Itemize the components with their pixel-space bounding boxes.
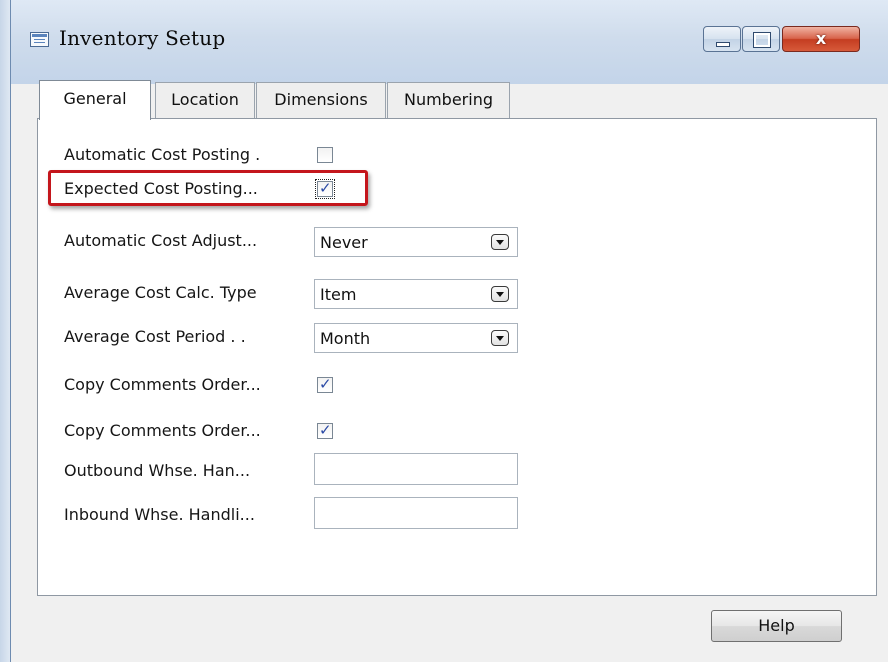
automatic-cost-adjust-label: Automatic Cost Adjust... — [64, 231, 258, 250]
window-title: Inventory Setup — [59, 26, 226, 50]
checkmark-icon: ✓ — [319, 421, 332, 439]
checkmark-icon: ✓ — [319, 179, 332, 197]
copy-comments-order-checkbox-2[interactable]: ✓ — [317, 421, 333, 439]
inbound-whse-handling-label: Inbound Whse. Handli... — [64, 505, 255, 524]
tab-dimensions[interactable]: Dimensions — [256, 82, 386, 118]
chevron-down-icon[interactable] — [491, 286, 509, 302]
chevron-down-icon[interactable] — [491, 330, 509, 346]
copy-comments-order-label: Copy Comments Order... — [64, 375, 261, 394]
checkmark-icon: ✓ — [319, 375, 332, 393]
minimize-icon — [716, 42, 730, 47]
minimize-button[interactable] — [703, 26, 741, 52]
average-cost-calc-type-value: Item — [320, 285, 357, 304]
average-cost-period-value: Month — [320, 329, 371, 348]
outbound-whse-handling-label: Outbound Whse. Han... — [64, 461, 251, 480]
background-window-edge — [0, 0, 10, 662]
inventory-setup-window: Inventory Setup x General Location Dimen… — [10, 0, 888, 662]
inbound-whse-handling-field[interactable] — [314, 497, 518, 529]
automatic-cost-adjust-value: Never — [320, 233, 368, 252]
average-cost-period-label: Average Cost Period . . — [64, 327, 246, 346]
maximize-icon — [753, 32, 771, 48]
tab-location[interactable]: Location — [155, 82, 255, 118]
tab-general[interactable]: General — [39, 80, 151, 120]
help-button[interactable]: Help — [711, 610, 842, 642]
general-tab-panel: Automatic Cost Posting . Expected Cost P… — [37, 118, 877, 596]
maximize-button[interactable] — [742, 26, 780, 52]
average-cost-calc-type-label: Average Cost Calc. Type — [64, 283, 257, 302]
expected-cost-posting-checkbox[interactable]: ✓ — [315, 179, 335, 199]
average-cost-calc-type-dropdown[interactable]: Item — [314, 279, 518, 309]
automatic-cost-posting-checkbox[interactable] — [317, 147, 333, 163]
automatic-cost-adjust-dropdown[interactable]: Never — [314, 227, 518, 257]
copy-comments-order-label-2: Copy Comments Order... — [64, 421, 261, 440]
chevron-down-icon[interactable] — [491, 234, 509, 250]
outbound-whse-handling-field[interactable] — [314, 453, 518, 485]
copy-comments-order-checkbox[interactable]: ✓ — [317, 375, 333, 393]
average-cost-period-dropdown[interactable]: Month — [314, 323, 518, 353]
tab-numbering[interactable]: Numbering — [387, 82, 510, 118]
close-icon: x — [815, 29, 827, 48]
automatic-cost-posting-label: Automatic Cost Posting . — [64, 145, 261, 164]
title-bar[interactable]: Inventory Setup x — [11, 0, 888, 84]
expected-cost-posting-label: Expected Cost Posting... — [64, 179, 258, 198]
close-button[interactable]: x — [782, 26, 860, 52]
table-icon — [30, 32, 49, 47]
